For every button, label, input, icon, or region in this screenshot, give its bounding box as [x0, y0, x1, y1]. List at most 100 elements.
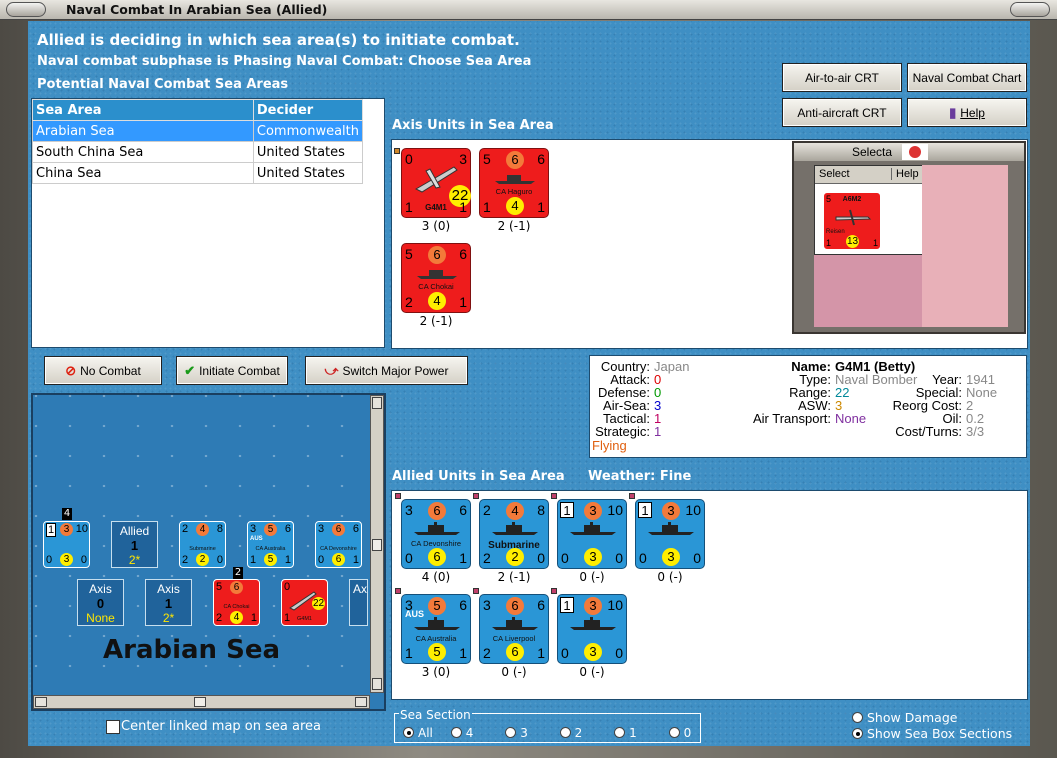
- section-option-2[interactable]: 2: [559, 726, 582, 740]
- scroll-thumb[interactable]: [194, 697, 206, 707]
- unit-name: A6M2: [842, 196, 862, 203]
- initiate-combat-button[interactable]: ✔ Initiate Combat: [176, 356, 288, 385]
- unit-caption: 0 (-): [579, 665, 605, 679]
- anti-aircraft-crt-button[interactable]: Anti-aircraft CRT: [782, 98, 902, 127]
- unit-caption: 2 (-1): [497, 570, 531, 584]
- scroll-up-arrow[interactable]: [372, 397, 382, 409]
- box-count: 1: [164, 596, 173, 611]
- column-header-decider[interactable]: Decider: [252, 99, 364, 121]
- axis-unit-ca-haguro[interactable]: 5 6 6 CA Haguro 1 4 1: [479, 148, 549, 218]
- allied-unit[interactable]: 1 3 10 0 3 0: [635, 499, 705, 569]
- popup-select-button[interactable]: Select: [819, 168, 850, 180]
- vertical-scrollbar[interactable]: [370, 395, 384, 693]
- attack-circle: 4: [506, 502, 524, 520]
- box-value: 2*: [128, 553, 141, 567]
- unit-stat: 10: [685, 502, 701, 518]
- map-unit[interactable]: 1 3 10 0 3 0: [43, 521, 90, 568]
- unit-stat: 1: [638, 502, 652, 518]
- help-button[interactable]: ▮ Help: [907, 98, 1027, 127]
- map-unit[interactable]: 0 22 1 G4M1: [281, 579, 328, 626]
- unit-name: CA Australia: [255, 546, 286, 552]
- unit-name: Submarine: [189, 546, 216, 552]
- unit-name: CA Devonshire: [410, 539, 462, 548]
- air-to-air-crt-button[interactable]: Air-to-air CRT: [782, 63, 902, 92]
- allied-unit[interactable]: 3 6 6 CA Liverpool 2 6 1: [479, 594, 549, 664]
- detail-label: Cost/Turns:: [895, 424, 962, 439]
- radio-icon: [614, 727, 626, 738]
- column-header-sea-area[interactable]: Sea Area: [32, 99, 254, 121]
- sea-area-row[interactable]: China Sea United States: [32, 162, 364, 184]
- unit-stat: 0: [405, 550, 413, 566]
- map-unit[interactable]: 2 4 8 Submarine 2 2 0: [179, 521, 226, 568]
- ship-icon: [492, 522, 538, 535]
- window-menu-button[interactable]: [6, 2, 46, 17]
- axis-units-panel: 0 3 22 1 G4M1 1 3 (0) 5 6 6 CA Haguro 1 …: [391, 139, 1028, 349]
- popup-pink-area: [814, 255, 922, 327]
- unit-stat: 1: [459, 199, 467, 215]
- unit-caption: 4 (0): [421, 570, 451, 584]
- map-unit[interactable]: 5 6 CA Chokai 2 4 1: [213, 579, 260, 626]
- no-combat-button[interactable]: ⊘ No Combat: [44, 356, 162, 385]
- attack-circle: 4: [196, 523, 209, 536]
- radio-icon: [668, 727, 680, 738]
- unit-stat: 1: [250, 612, 257, 624]
- range-circle: 4: [428, 292, 446, 310]
- sea-area-row[interactable]: South China Sea United States: [32, 141, 364, 163]
- unit-stat: 1: [405, 645, 413, 661]
- radio-icon: [559, 727, 571, 738]
- axis-unit-g4m1[interactable]: 0 3 22 1 G4M1 1: [401, 148, 471, 218]
- range-circle: 6: [428, 548, 446, 566]
- switch-major-power-button[interactable]: ⤻ Switch Major Power: [305, 356, 468, 385]
- option-label: Show Damage: [867, 710, 958, 725]
- stack-count: 2: [233, 567, 243, 579]
- unit-subname: Reisen: [826, 229, 845, 235]
- scroll-left-arrow[interactable]: [35, 697, 47, 707]
- radio-icon: [852, 712, 863, 723]
- section-option-all[interactable]: All: [403, 726, 433, 740]
- section-option-0[interactable]: 0: [668, 726, 691, 740]
- axis-unit-ca-chokai[interactable]: 5 6 6 CA Chokai 2 4 1: [401, 243, 471, 313]
- radio-icon: [505, 727, 517, 738]
- allied-unit[interactable]: 3 6 6 CA Devonshire 0 6 1: [401, 499, 471, 569]
- allied-unit[interactable]: 3 5 6 AUS CA Australia 1 5 1: [401, 594, 471, 664]
- horizontal-scrollbar[interactable]: [33, 695, 370, 709]
- popup-title-bar: Selecta: [794, 143, 1024, 161]
- center-map-checkbox[interactable]: [106, 720, 120, 734]
- nation-tag: AUS: [250, 536, 263, 542]
- popup-help-button[interactable]: Help: [891, 168, 919, 180]
- sea-area-row[interactable]: Arabian Sea Commonwealth: [32, 120, 364, 142]
- section-option-4[interactable]: 4: [450, 726, 473, 740]
- popup-unit-a6m2[interactable]: 5 A6M2 Reisen 1 13 1: [823, 192, 881, 250]
- allied-total-box: Allied 1 2*: [111, 521, 158, 568]
- box-count: 0: [96, 596, 105, 611]
- allied-unit[interactable]: 1 3 10 0 3 0: [557, 499, 627, 569]
- sea-area-list: Sea Area Decider Arabian Sea Commonwealth…: [31, 98, 385, 348]
- unit-marker: [394, 148, 400, 154]
- scroll-right-arrow[interactable]: [355, 697, 367, 707]
- attack-circle: 6: [428, 246, 446, 264]
- scroll-thumb[interactable]: [372, 539, 382, 551]
- window-close-button[interactable]: [1010, 2, 1050, 17]
- show-sea-box-option[interactable]: Show Sea Box Sections: [852, 726, 1012, 741]
- unit-stat: 1: [250, 554, 257, 566]
- unit-stat: 0: [216, 554, 223, 566]
- unit-stat: 1: [284, 554, 291, 566]
- scroll-down-arrow[interactable]: [372, 678, 382, 690]
- unit-stat: 3: [250, 523, 257, 535]
- map-unit[interactable]: 3 5 6 AUS CA Australia 1 5 1: [247, 521, 294, 568]
- radio-icon: [852, 728, 863, 739]
- section-option-3[interactable]: 3: [505, 726, 528, 740]
- map-unit[interactable]: 3 6 6 CA Devonshire 0 6 1: [315, 521, 362, 568]
- naval-combat-chart-button[interactable]: Naval Combat Chart: [907, 63, 1027, 92]
- range-circle: 4: [506, 197, 524, 215]
- unit-marker: [629, 493, 635, 499]
- show-damage-option[interactable]: Show Damage: [852, 710, 957, 725]
- unit-marker: [395, 493, 401, 499]
- sea-area-map[interactable]: 4 1 3 10 0 3 0 Allied 1 2* 2 4 8 Submari…: [31, 393, 386, 711]
- ship-icon: [417, 270, 457, 279]
- allied-unit[interactable]: 1 3 10 0 3 0: [557, 594, 627, 664]
- section-option-1[interactable]: 1: [614, 726, 637, 740]
- range-circle: 6: [506, 643, 524, 661]
- allied-unit[interactable]: 2 4 8 Submarine 2 2 0: [479, 499, 549, 569]
- ship-icon: [570, 522, 616, 535]
